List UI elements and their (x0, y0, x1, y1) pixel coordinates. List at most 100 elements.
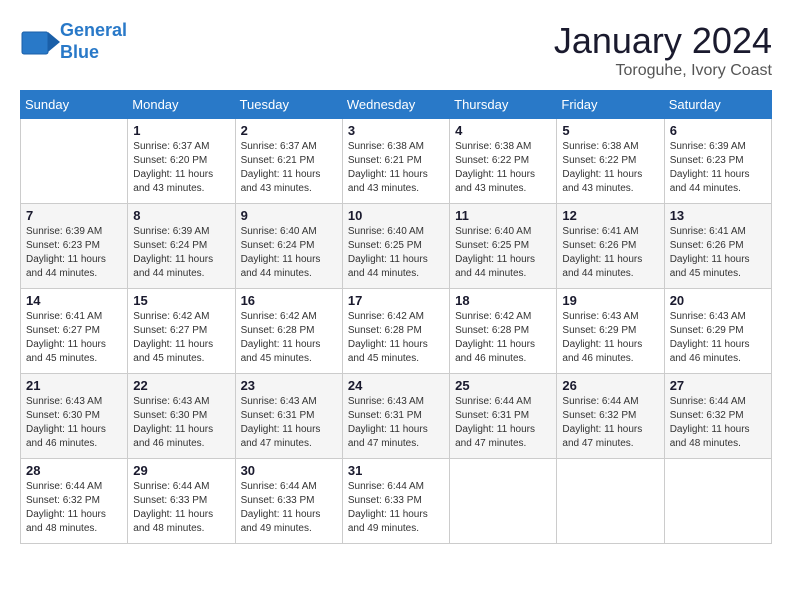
calendar-cell: 17 Sunrise: 6:42 AMSunset: 6:28 PMDayligh… (342, 289, 449, 374)
day-number: 16 (241, 293, 337, 308)
day-number: 9 (241, 208, 337, 223)
day-number: 26 (562, 378, 658, 393)
calendar-cell: 4 Sunrise: 6:38 AMSunset: 6:22 PMDaylight… (450, 119, 557, 204)
weekday-header-tuesday: Tuesday (235, 91, 342, 119)
day-number: 31 (348, 463, 444, 478)
day-number: 29 (133, 463, 229, 478)
day-detail: Sunrise: 6:41 AMSunset: 6:26 PMDaylight:… (562, 225, 658, 281)
day-number: 18 (455, 293, 551, 308)
weekday-header-sunday: Sunday (21, 91, 128, 119)
day-detail: Sunrise: 6:42 AMSunset: 6:28 PMDaylight:… (348, 310, 444, 366)
day-detail: Sunrise: 6:42 AMSunset: 6:28 PMDaylight:… (455, 310, 551, 366)
day-number: 17 (348, 293, 444, 308)
week-row-4: 21 Sunrise: 6:43 AMSunset: 6:30 PMDayligh… (21, 374, 772, 459)
logo-text: General Blue (60, 20, 127, 63)
day-number: 27 (670, 378, 766, 393)
day-detail: Sunrise: 6:44 AMSunset: 6:33 PMDaylight:… (133, 480, 229, 536)
day-detail: Sunrise: 6:44 AMSunset: 6:32 PMDaylight:… (26, 480, 122, 536)
calendar-cell: 13 Sunrise: 6:41 AMSunset: 6:26 PMDayligh… (664, 204, 771, 289)
day-detail: Sunrise: 6:43 AMSunset: 6:30 PMDaylight:… (26, 395, 122, 451)
day-number: 13 (670, 208, 766, 223)
weekday-header-monday: Monday (128, 91, 235, 119)
week-row-1: 1Sunrise: 6:37 AMSunset: 6:20 PMDaylight… (21, 119, 772, 204)
calendar-cell: 2Sunrise: 6:37 AMSunset: 6:21 PMDaylight… (235, 119, 342, 204)
calendar-cell: 28 Sunrise: 6:44 AMSunset: 6:32 PMDayligh… (21, 459, 128, 544)
calendar-cell: 20 Sunrise: 6:43 AMSunset: 6:29 PMDayligh… (664, 289, 771, 374)
calendar-cell: 1Sunrise: 6:37 AMSunset: 6:20 PMDaylight… (128, 119, 235, 204)
calendar-cell: 19Sunrise: 6:43 AMSunset: 6:29 PMDayligh… (557, 289, 664, 374)
title-block: January 2024 Toroguhe, Ivory Coast (554, 20, 772, 80)
calendar-cell (557, 459, 664, 544)
calendar-cell: 25 Sunrise: 6:44 AMSunset: 6:31 PMDayligh… (450, 374, 557, 459)
logo: General Blue (20, 20, 127, 63)
day-detail: Sunrise: 6:44 AMSunset: 6:32 PMDaylight:… (562, 395, 658, 451)
calendar-cell: 11Sunrise: 6:40 AMSunset: 6:25 PMDayligh… (450, 204, 557, 289)
day-number: 7 (26, 208, 122, 223)
calendar-cell: 24 Sunrise: 6:43 AMSunset: 6:31 PMDayligh… (342, 374, 449, 459)
calendar-cell: 8Sunrise: 6:39 AMSunset: 6:24 PMDaylight… (128, 204, 235, 289)
calendar-cell: 15 Sunrise: 6:42 AMSunset: 6:27 PMDayligh… (128, 289, 235, 374)
day-number: 25 (455, 378, 551, 393)
day-detail: Sunrise: 6:38 AMSunset: 6:22 PMDaylight:… (455, 140, 551, 196)
day-detail: Sunrise: 6:41 AMSunset: 6:27 PMDaylight:… (26, 310, 122, 366)
month-title: January 2024 (554, 20, 772, 62)
calendar-cell: 21 Sunrise: 6:43 AMSunset: 6:30 PMDayligh… (21, 374, 128, 459)
calendar-cell (450, 459, 557, 544)
day-number: 2 (241, 123, 337, 138)
calendar-cell: 26 Sunrise: 6:44 AMSunset: 6:32 PMDayligh… (557, 374, 664, 459)
day-detail: Sunrise: 6:41 AMSunset: 6:26 PMDaylight:… (670, 225, 766, 281)
calendar-cell: 22Sunrise: 6:43 AMSunset: 6:30 PMDayligh… (128, 374, 235, 459)
calendar-cell: 27 Sunrise: 6:44 AMSunset: 6:32 PMDayligh… (664, 374, 771, 459)
day-detail: Sunrise: 6:39 AMSunset: 6:24 PMDaylight:… (133, 225, 229, 281)
calendar-cell: 5 Sunrise: 6:38 AMSunset: 6:22 PMDaylight… (557, 119, 664, 204)
day-number: 23 (241, 378, 337, 393)
day-number: 21 (26, 378, 122, 393)
day-number: 10 (348, 208, 444, 223)
day-number: 5 (562, 123, 658, 138)
day-detail: Sunrise: 6:37 AMSunset: 6:20 PMDaylight:… (133, 140, 229, 196)
day-number: 20 (670, 293, 766, 308)
day-number: 12 (562, 208, 658, 223)
logo-icon (20, 24, 56, 60)
day-detail: Sunrise: 6:43 AMSunset: 6:29 PMDaylight:… (562, 310, 658, 366)
day-number: 30 (241, 463, 337, 478)
day-detail: Sunrise: 6:38 AMSunset: 6:22 PMDaylight:… (562, 140, 658, 196)
weekday-header-friday: Friday (557, 91, 664, 119)
day-detail: Sunrise: 6:40 AMSunset: 6:25 PMDaylight:… (348, 225, 444, 281)
day-number: 22 (133, 378, 229, 393)
day-number: 24 (348, 378, 444, 393)
day-number: 28 (26, 463, 122, 478)
calendar-cell: 14 Sunrise: 6:41 AMSunset: 6:27 PMDayligh… (21, 289, 128, 374)
day-detail: Sunrise: 6:42 AMSunset: 6:27 PMDaylight:… (133, 310, 229, 366)
calendar-cell: 31 Sunrise: 6:44 AMSunset: 6:33 PMDayligh… (342, 459, 449, 544)
day-detail: Sunrise: 6:44 AMSunset: 6:31 PMDaylight:… (455, 395, 551, 451)
day-number: 6 (670, 123, 766, 138)
weekday-header-saturday: Saturday (664, 91, 771, 119)
calendar-cell: 23 Sunrise: 6:43 AMSunset: 6:31 PMDayligh… (235, 374, 342, 459)
day-detail: Sunrise: 6:43 AMSunset: 6:29 PMDaylight:… (670, 310, 766, 366)
day-detail: Sunrise: 6:42 AMSunset: 6:28 PMDaylight:… (241, 310, 337, 366)
calendar-cell: 12 Sunrise: 6:41 AMSunset: 6:26 PMDayligh… (557, 204, 664, 289)
day-detail: Sunrise: 6:44 AMSunset: 6:33 PMDaylight:… (348, 480, 444, 536)
day-detail: Sunrise: 6:39 AMSunset: 6:23 PMDaylight:… (670, 140, 766, 196)
week-row-5: 28 Sunrise: 6:44 AMSunset: 6:32 PMDayligh… (21, 459, 772, 544)
day-detail: Sunrise: 6:39 AMSunset: 6:23 PMDaylight:… (26, 225, 122, 281)
day-detail: Sunrise: 6:44 AMSunset: 6:32 PMDaylight:… (670, 395, 766, 451)
calendar-cell: 29 Sunrise: 6:44 AMSunset: 6:33 PMDayligh… (128, 459, 235, 544)
location-title: Toroguhe, Ivory Coast (554, 62, 772, 80)
day-detail: Sunrise: 6:44 AMSunset: 6:33 PMDaylight:… (241, 480, 337, 536)
calendar-cell (664, 459, 771, 544)
day-detail: Sunrise: 6:38 AMSunset: 6:21 PMDaylight:… (348, 140, 444, 196)
day-detail: Sunrise: 6:40 AMSunset: 6:24 PMDaylight:… (241, 225, 337, 281)
day-number: 14 (26, 293, 122, 308)
calendar-cell: 16 Sunrise: 6:42 AMSunset: 6:28 PMDayligh… (235, 289, 342, 374)
weekday-header-thursday: Thursday (450, 91, 557, 119)
calendar-cell: 6 Sunrise: 6:39 AMSunset: 6:23 PMDaylight… (664, 119, 771, 204)
calendar-table: SundayMondayTuesdayWednesdayThursdayFrid… (20, 90, 772, 544)
day-detail: Sunrise: 6:40 AMSunset: 6:25 PMDaylight:… (455, 225, 551, 281)
day-detail: Sunrise: 6:43 AMSunset: 6:31 PMDaylight:… (348, 395, 444, 451)
day-detail: Sunrise: 6:43 AMSunset: 6:31 PMDaylight:… (241, 395, 337, 451)
day-number: 15 (133, 293, 229, 308)
calendar-cell: 7 Sunrise: 6:39 AMSunset: 6:23 PMDaylight… (21, 204, 128, 289)
day-number: 4 (455, 123, 551, 138)
